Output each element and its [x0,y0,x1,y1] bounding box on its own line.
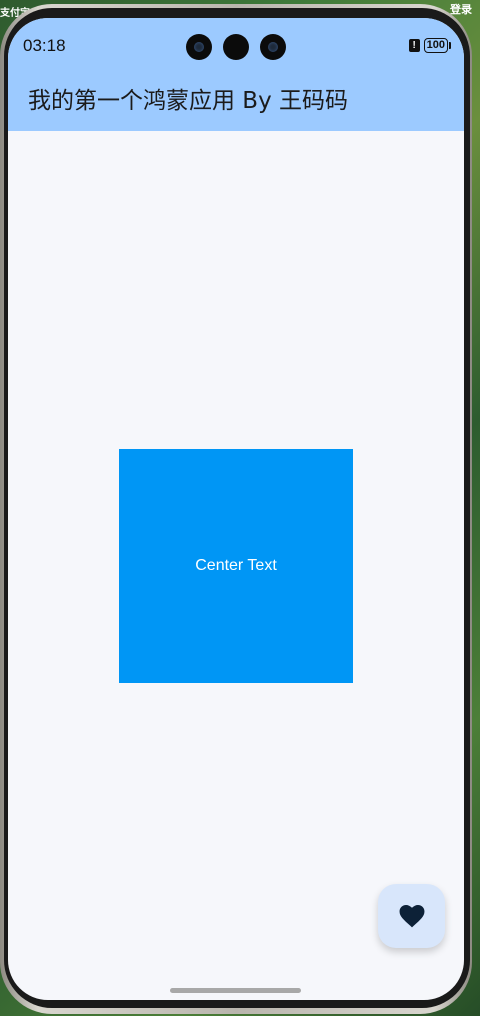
favorite-button[interactable] [378,884,445,948]
heart-icon [399,904,424,928]
sensor-cutout-icon [223,34,249,60]
phone-screen: 03:18 ! 100 我的第一个鸿蒙应用 By 王码码 Center Text [8,18,464,1000]
home-indicator[interactable] [170,988,301,993]
status-icons: ! 100 [408,38,452,53]
center-box: Center Text [119,449,353,683]
status-time: 03:18 [23,36,66,55]
app-header: 03:18 ! 100 我的第一个鸿蒙应用 By 王码码 [8,18,464,131]
camera-cutout-icon [186,34,212,60]
background-wallpaper-text-right: 登录 [450,3,472,16]
alert-icon: ! [408,39,420,52]
battery-icon: 100 [423,38,452,53]
camera-cutout-icon [260,34,286,60]
page-title: 我的第一个鸿蒙应用 By 王码码 [28,88,349,114]
center-text: Center Text [195,557,277,574]
